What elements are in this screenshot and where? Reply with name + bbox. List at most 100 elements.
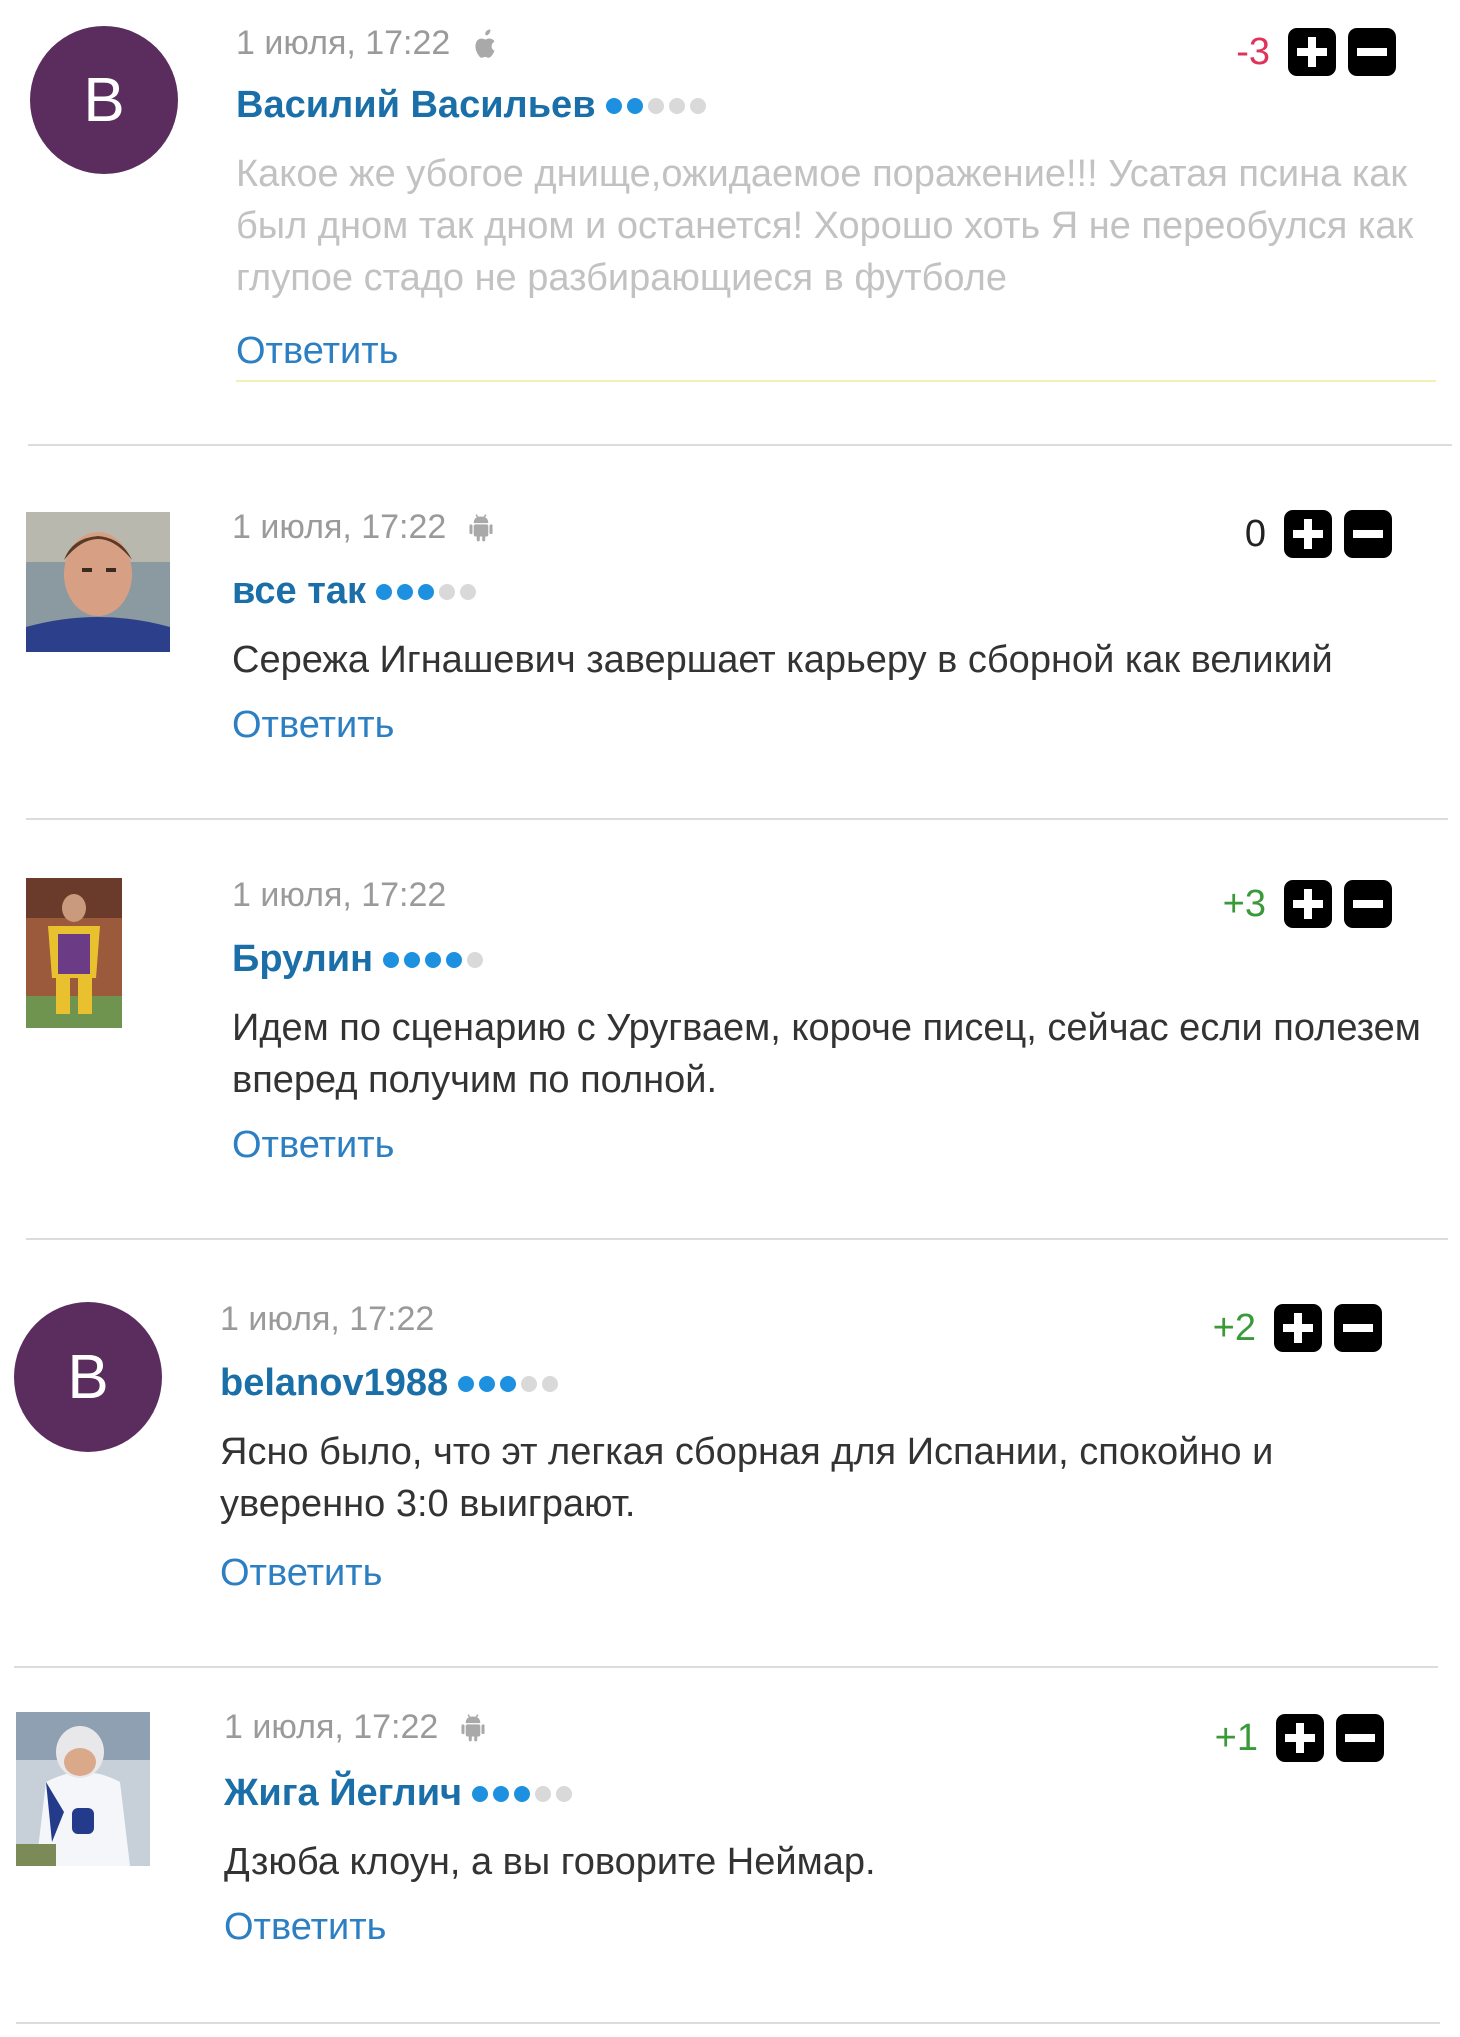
author-name[interactable]: Брулин — [232, 938, 373, 981]
rank-indicator — [458, 1375, 559, 1392]
avatar[interactable] — [16, 1712, 150, 1866]
vote-controls: -3 — [1216, 28, 1396, 76]
rank-indicator — [383, 951, 484, 968]
minus-icon — [1353, 900, 1383, 908]
rank-dot — [439, 583, 456, 600]
rank-dot — [647, 97, 664, 114]
rank-dot — [542, 1375, 559, 1392]
plus-icon — [1296, 1723, 1304, 1753]
upvote-button[interactable] — [1284, 510, 1332, 558]
comment-divider — [26, 818, 1448, 820]
rank-dot — [472, 1785, 489, 1802]
vote-score: +2 — [1212, 1306, 1256, 1349]
rank-dot — [467, 951, 484, 968]
rank-dot — [556, 1785, 573, 1802]
upvote-button[interactable] — [1288, 28, 1336, 76]
reply-link[interactable]: Ответить — [236, 330, 398, 373]
downvote-button[interactable] — [1348, 28, 1396, 76]
comment-text: Идем по сценарию с Уругваем, короче писе… — [232, 1007, 1421, 1101]
avatar[interactable] — [26, 512, 170, 652]
comment-meta: 1 июля, 17:22 — [236, 24, 500, 63]
reply-link[interactable]: Ответить — [220, 1552, 382, 1595]
reply-link[interactable]: Ответить — [232, 704, 394, 747]
apple-icon — [470, 27, 500, 61]
rank-dot — [626, 97, 643, 114]
comment-divider — [26, 1238, 1448, 1240]
rank-dot — [446, 951, 463, 968]
author-name[interactable]: все так — [232, 570, 366, 613]
author-name[interactable]: Жига Йеглич — [224, 1772, 462, 1815]
avatar[interactable]: В — [30, 26, 178, 174]
plus-icon — [1304, 889, 1312, 919]
comment-meta: 1 июля, 17:22 — [224, 1708, 488, 1747]
goalkeeper-photo — [26, 512, 170, 652]
rank-dot — [605, 97, 622, 114]
rank-dot — [535, 1785, 552, 1802]
rank-dot — [521, 1375, 538, 1392]
vote-score: +3 — [1222, 882, 1266, 925]
rank-dot — [479, 1375, 496, 1392]
comment-text: Какое же убогое днище,ожидаемое поражени… — [236, 153, 1414, 299]
android-icon — [466, 511, 496, 545]
reply-link[interactable]: Ответить — [232, 1124, 394, 1167]
author-line: Брулин — [232, 938, 484, 981]
author-line: Василий Васильев — [236, 84, 706, 127]
upvote-button[interactable] — [1284, 880, 1332, 928]
author-name[interactable]: belanov1988 — [220, 1362, 448, 1405]
vote-score: 0 — [1244, 512, 1266, 555]
comment-meta: 1 июля, 17:22 — [220, 1300, 434, 1339]
rank-dot — [458, 1375, 475, 1392]
rank-dot — [514, 1785, 531, 1802]
rank-dot — [460, 583, 477, 600]
comment-meta: 1 июля, 17:22 — [232, 508, 496, 547]
author-line: все так — [232, 570, 477, 613]
rank-dot — [376, 583, 393, 600]
rank-dot — [397, 583, 414, 600]
timestamp: 1 июля, 17:22 — [232, 508, 447, 546]
author-name[interactable]: Василий Васильев — [236, 84, 596, 127]
plus-icon — [1304, 519, 1312, 549]
rank-dot — [404, 951, 421, 968]
rank-indicator — [472, 1785, 573, 1802]
vote-controls: 0 — [1212, 510, 1392, 558]
rank-dot — [689, 97, 706, 114]
vote-controls: +2 — [1202, 1304, 1382, 1352]
downvote-button[interactable] — [1344, 880, 1392, 928]
comment-text: Ясно было, что эт легкая сборная для Исп… — [220, 1431, 1274, 1525]
hockey-player-photo — [16, 1712, 150, 1866]
rank-dot — [493, 1785, 510, 1802]
upvote-button[interactable] — [1274, 1304, 1322, 1352]
downvote-button[interactable] — [1344, 510, 1392, 558]
vote-controls: +1 — [1204, 1714, 1384, 1762]
rank-indicator — [605, 97, 706, 114]
rank-indicator — [376, 583, 477, 600]
comment-divider — [28, 444, 1452, 446]
comment-text: Дзюба клоун, а вы говорите Неймар. — [224, 1841, 876, 1883]
timestamp: 1 июля, 17:22 — [236, 24, 451, 62]
rank-dot — [418, 583, 435, 600]
avatar[interactable] — [26, 878, 122, 1028]
downvote-button[interactable] — [1334, 1304, 1382, 1352]
upvote-button[interactable] — [1276, 1714, 1324, 1762]
minus-icon — [1345, 1734, 1375, 1742]
reply-link[interactable]: Ответить — [224, 1906, 386, 1949]
downvote-button[interactable] — [1336, 1714, 1384, 1762]
plus-icon — [1308, 37, 1316, 67]
comment-meta: 1 июля, 17:22 — [232, 876, 446, 915]
rank-dot — [668, 97, 685, 114]
minus-icon — [1343, 1324, 1373, 1332]
author-line: Жига Йеглич — [224, 1772, 573, 1815]
author-line: belanov1988 — [220, 1362, 559, 1405]
rank-dot — [425, 951, 442, 968]
comment-divider — [14, 1666, 1438, 1668]
comment-text: Сережа Игнашевич завершает карьеру в сбо… — [232, 639, 1333, 681]
timestamp: 1 июля, 17:22 — [232, 876, 447, 914]
vote-score: -3 — [1236, 30, 1270, 73]
highlight-rule — [236, 380, 1436, 382]
avatar[interactable]: В — [14, 1302, 162, 1452]
vote-controls: +3 — [1212, 880, 1392, 928]
android-icon — [458, 1711, 488, 1745]
rank-dot — [383, 951, 400, 968]
comment-divider — [16, 2022, 1440, 2024]
minus-icon — [1353, 530, 1383, 538]
